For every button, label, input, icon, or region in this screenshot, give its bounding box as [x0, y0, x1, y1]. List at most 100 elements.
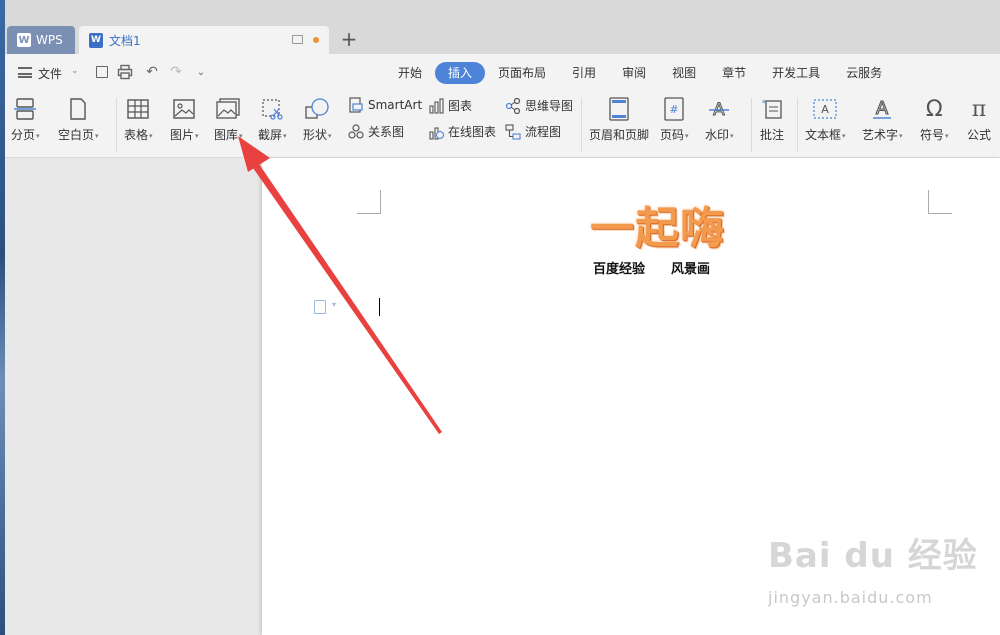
paragraph-options-icon[interactable]: [314, 300, 326, 314]
page-break-label: 分页: [11, 128, 36, 142]
picture-button[interactable]: 图片▾: [170, 92, 199, 158]
tab-wps-label: WPS: [36, 33, 63, 47]
subtitle-right: 风景画: [671, 262, 711, 277]
tab-references[interactable]: 引用: [559, 62, 609, 84]
document-title[interactable]: 一起嗨: [590, 192, 725, 256]
watermark-button[interactable]: A 水印▾: [705, 92, 734, 158]
page-break-icon: [11, 96, 39, 122]
wordart-label: 艺术字: [862, 128, 899, 142]
subtitle-left: 百度经验: [593, 262, 646, 277]
page-number-button[interactable]: # 页码▾: [660, 92, 689, 158]
print-icon[interactable]: [117, 64, 133, 80]
header-footer-icon: [605, 96, 633, 122]
header-footer-label: 页眉和页脚: [589, 128, 650, 142]
wordart-button[interactable]: A 艺术字▾: [862, 92, 903, 158]
save-icon[interactable]: [94, 64, 110, 80]
text-cursor: [379, 298, 380, 316]
picture-label: 图片: [170, 128, 195, 142]
tab-insert[interactable]: 插入: [435, 62, 486, 84]
symbol-label: 符号: [920, 128, 945, 142]
wps-logo-icon: W: [17, 33, 31, 47]
chart-button[interactable]: 图表: [428, 97, 472, 114]
tab-section[interactable]: 章节: [709, 62, 759, 84]
gallery-button[interactable]: 图库▾: [214, 92, 243, 158]
baidu-watermark-url: jingyan.baidu.com: [768, 588, 933, 607]
margin-corner-top-left: [357, 190, 381, 214]
textbox-icon: A: [811, 96, 839, 122]
formula-label: 公式: [966, 128, 991, 142]
divider: [116, 98, 117, 152]
document-icon: W: [89, 32, 103, 48]
page-break-button[interactable]: 分页▾: [11, 92, 40, 158]
header-footer-button[interactable]: 页眉和页脚: [589, 92, 649, 158]
formula-button[interactable]: π 公式: [965, 92, 993, 158]
textbox-label: 文本框: [805, 128, 842, 142]
table-icon: [124, 96, 152, 122]
shapes-label: 形状: [303, 128, 328, 142]
chevron-down-icon[interactable]: ▾: [332, 300, 336, 309]
svg-text:*: *: [762, 99, 767, 109]
textbox-button[interactable]: A 文本框▾: [805, 92, 846, 158]
tab-home[interactable]: 开始: [385, 62, 435, 84]
chevron-down-icon[interactable]: ⌄: [71, 66, 79, 76]
svg-text:A: A: [876, 98, 889, 119]
mindmap-icon: [505, 97, 521, 114]
divider: [581, 98, 582, 152]
smartart-button[interactable]: SmartArt: [348, 97, 422, 113]
page-number-icon: #: [660, 96, 688, 122]
baidu-watermark: Bai du 经验: [768, 536, 978, 576]
screenshot-label: 截屏: [258, 128, 283, 142]
wordart-icon: A: [868, 96, 896, 122]
file-menu[interactable]: 文件: [38, 65, 62, 82]
menu-bar: 文件 ⌄ ↶ ↷ ⌄ 开始 插入 页面布局 引用 审阅 视图 章节 开发工具 云…: [5, 54, 1000, 92]
comment-button[interactable]: * 批注: [758, 92, 786, 158]
relation-chart-button[interactable]: 关系图: [348, 123, 404, 140]
tab-wps-home[interactable]: W WPS: [7, 26, 75, 54]
workspace-margin: [5, 158, 262, 635]
flowchart-icon: [505, 123, 521, 140]
divider: [751, 98, 752, 152]
blank-page-button[interactable]: 空白页▾: [58, 92, 99, 158]
table-button[interactable]: 表格▾: [124, 92, 153, 158]
flowchart-button[interactable]: 流程图: [505, 123, 561, 140]
symbol-button[interactable]: Ω 符号▾: [920, 92, 949, 158]
online-chart-button[interactable]: 在线图表: [428, 123, 496, 140]
smartart-label: SmartArt: [368, 98, 423, 112]
gallery-label: 图库: [214, 128, 239, 142]
chart-label: 图表: [448, 99, 473, 113]
shapes-button[interactable]: 形状▾: [303, 92, 332, 158]
undo-icon[interactable]: ↶: [144, 64, 160, 80]
margin-corner-top-right: [928, 190, 952, 214]
new-tab-button[interactable]: +: [339, 27, 359, 51]
ribbon-tabs: 开始 插入 页面布局 引用 审阅 视图 章节 开发工具 云服务: [385, 62, 895, 84]
pi-icon: π: [971, 96, 987, 122]
smartart-icon: [348, 97, 364, 113]
tab-document-label: 文档1: [109, 33, 141, 48]
blank-page-label: 空白页: [58, 128, 95, 142]
flowchart-label: 流程图: [525, 125, 562, 139]
tab-cloud[interactable]: 云服务: [833, 62, 895, 84]
monitor-icon[interactable]: [292, 35, 303, 44]
tab-view[interactable]: 视图: [659, 62, 709, 84]
bar-chart-icon: [428, 97, 444, 114]
gallery-icon: [214, 96, 242, 122]
relation-chart-icon: [348, 123, 364, 140]
tab-developer[interactable]: 开发工具: [759, 62, 833, 84]
hamburger-icon[interactable]: [18, 67, 32, 78]
document-subtitle[interactable]: 百度经验 风景画: [593, 258, 710, 277]
unsaved-dot-icon: [313, 37, 319, 43]
picture-icon: [170, 96, 198, 122]
page-number-label: 页码: [660, 128, 685, 142]
customize-toolbar-icon[interactable]: ⌄: [193, 64, 209, 80]
tab-document[interactable]: W 文档1: [79, 26, 329, 54]
comment-label: 批注: [759, 128, 784, 142]
redo-icon[interactable]: ↷: [168, 64, 184, 80]
online-chart-icon: [428, 124, 444, 140]
relation-chart-label: 关系图: [368, 125, 405, 139]
screenshot-button[interactable]: 截屏▾: [258, 92, 287, 158]
tab-review[interactable]: 审阅: [609, 62, 659, 84]
mindmap-button[interactable]: 思维导图: [505, 97, 573, 114]
svg-text:A: A: [822, 103, 830, 116]
mindmap-label: 思维导图: [525, 99, 574, 113]
tab-page-layout[interactable]: 页面布局: [485, 62, 559, 84]
